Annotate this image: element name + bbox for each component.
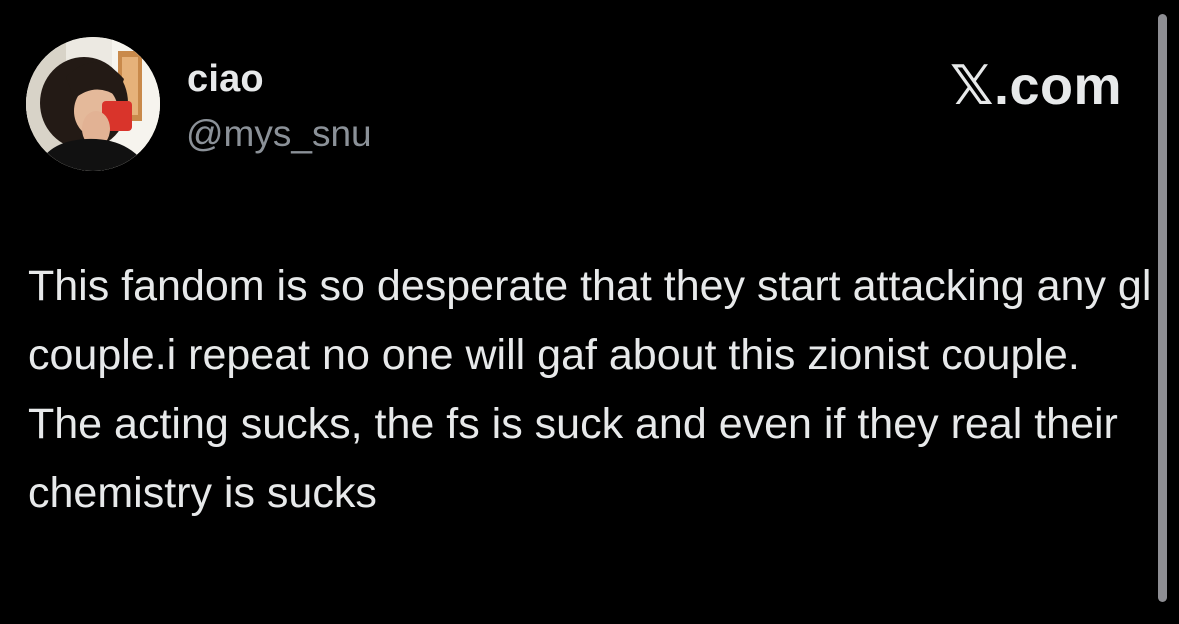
author-display-name[interactable]: ciao <box>187 58 264 101</box>
avatar-photo-icon <box>26 37 160 171</box>
avatar[interactable] <box>26 37 160 171</box>
tweet-text: This fandom is so desperate that they st… <box>28 262 1152 517</box>
scrollbar[interactable] <box>1158 14 1167 602</box>
scrollbar-thumb[interactable] <box>1158 14 1167 602</box>
author-handle[interactable]: @mys_snu <box>186 113 372 155</box>
tweet-card: ciao @mys_snu 𝕏.com This fandom is so de… <box>0 0 1179 624</box>
x-logo-icon: 𝕏.com <box>949 56 1122 116</box>
